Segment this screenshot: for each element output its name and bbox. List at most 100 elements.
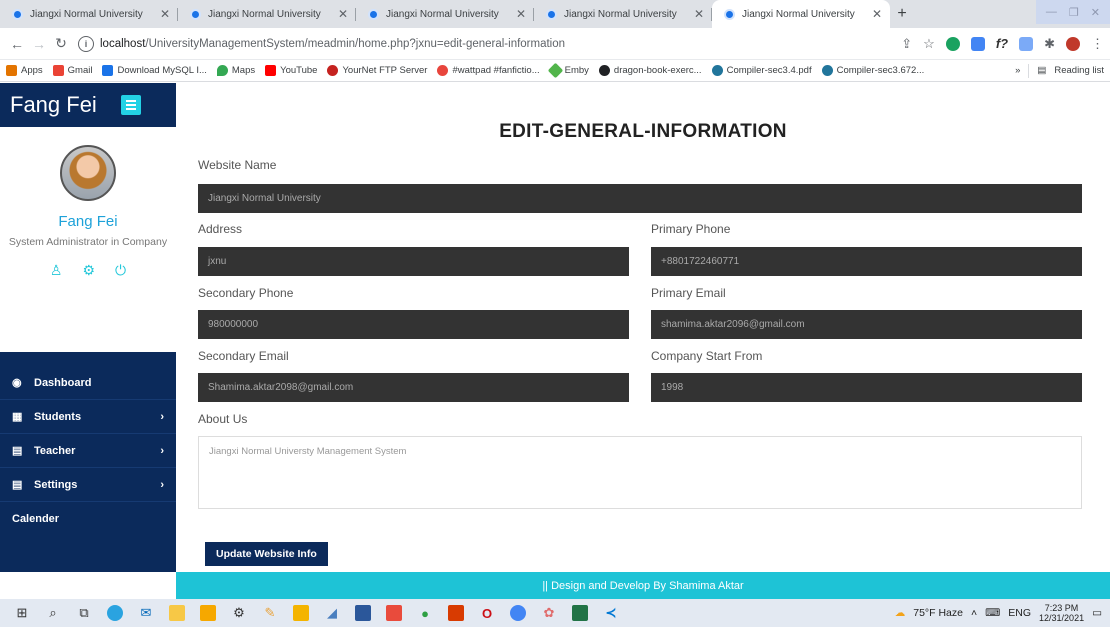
folder-icon[interactable] (169, 605, 185, 621)
minimize-icon[interactable]: — (1046, 6, 1057, 18)
close-icon[interactable]: ✕ (872, 7, 882, 21)
bookmark-maps[interactable]: Maps (216, 65, 255, 76)
browser-tab-active[interactable]: Jiangxi Normal University ✕ (712, 0, 890, 28)
power-icon[interactable]: ⏻ (115, 262, 126, 279)
clock[interactable]: 7:23 PM 12/31/2021 (1039, 603, 1084, 623)
profile-actions: ♙ ⚙ ⏻ (0, 262, 176, 279)
company-start-input[interactable]: 1998 (651, 373, 1082, 402)
chrome-icon[interactable] (510, 605, 526, 621)
search-icon[interactable]: ⌕ (45, 605, 61, 621)
page-title: EDIT-GENERAL-INFORMATION (499, 121, 787, 142)
share-icon[interactable]: ⇪ (901, 36, 912, 52)
close-window-icon[interactable]: ✕ (1091, 6, 1100, 19)
reading-list-label[interactable]: Reading list (1054, 65, 1104, 76)
bookmark-gmail[interactable]: Gmail (52, 65, 92, 76)
reading-list-icon[interactable]: ▤ (1037, 65, 1046, 76)
settings-gear-icon[interactable]: ⚙ (231, 605, 247, 621)
close-icon[interactable]: ✕ (338, 7, 348, 21)
bookmark-label: #wattpad #fanfictio... (452, 65, 540, 76)
sublime-icon[interactable] (200, 605, 216, 621)
formula-extension-icon[interactable]: f? (996, 36, 1008, 51)
gear-icon[interactable]: ⚙ (82, 262, 95, 279)
mail-icon[interactable]: ✉ (138, 605, 154, 621)
address-label: Address (198, 222, 243, 236)
word-icon[interactable] (355, 605, 371, 621)
browser-tab[interactable]: Jiangxi Normal University ✕ (534, 0, 712, 28)
windows-start-icon[interactable]: ⊞ (14, 605, 30, 621)
close-icon[interactable]: ✕ (160, 7, 170, 21)
language-indicator[interactable]: ENG (1008, 607, 1031, 619)
vscode-icon[interactable]: ≺ (603, 605, 619, 621)
app-icon[interactable]: ✿ (541, 605, 557, 621)
extension-icon[interactable] (970, 36, 985, 51)
app-icon[interactable]: ◢ (324, 605, 340, 621)
primary-phone-input[interactable]: +8801722460771 (651, 247, 1082, 276)
more-bookmarks-button[interactable]: » (1015, 65, 1020, 76)
url-input[interactable]: i localhost/UniversityManagementSystem/m… (78, 32, 878, 56)
primary-email-input[interactable]: shamima.aktar2096@gmail.com (651, 310, 1082, 339)
star-icon[interactable]: ☆ (923, 36, 935, 52)
browser-tab[interactable]: Jiangxi Normal University ✕ (178, 0, 356, 28)
weather-text[interactable]: 75°F Haze (913, 607, 963, 619)
browser-tab[interactable]: Jiangxi Normal University ✕ (356, 0, 534, 28)
excel-icon[interactable] (572, 605, 588, 621)
bookmark-github[interactable]: dragon-book-exerc... (598, 65, 702, 76)
emby-icon (547, 62, 563, 79)
close-icon[interactable]: ✕ (516, 7, 526, 21)
reload-icon[interactable]: ↻ (50, 35, 72, 52)
pen-icon[interactable]: ✎ (262, 605, 278, 621)
bookmark-emby[interactable]: Emby (547, 62, 589, 79)
bookmark-ftp[interactable]: YourNet FTP Server (327, 65, 427, 76)
forward-icon[interactable]: → (28, 36, 50, 52)
tab-title: Jiangxi Normal University (742, 8, 855, 20)
back-icon[interactable]: ← (6, 36, 28, 52)
profile-card: Fang Fei System Administrator in Company… (0, 127, 176, 352)
notification-icon[interactable]: ▭ (1092, 607, 1102, 619)
extension-icon[interactable] (945, 36, 960, 51)
bookmark-wattpad[interactable]: #wattpad #fanfictio... (437, 65, 540, 76)
secondary-phone-input[interactable]: 980000000 (198, 310, 629, 339)
more-menu-icon[interactable]: ⋮ (1091, 36, 1104, 52)
new-tab-button[interactable]: + (890, 0, 914, 28)
task-view-icon[interactable]: ⧉ (76, 605, 92, 621)
sidebar-nav: ◉ Dashboard ▦ Students › ▤ Teacher › ▤ S… (0, 366, 176, 536)
sidebar-item-calender[interactable]: Calender (0, 502, 176, 536)
update-website-info-button[interactable]: Update Website Info (205, 542, 328, 566)
opera-icon[interactable]: O (479, 605, 495, 621)
info-icon[interactable]: i (78, 35, 94, 52)
secondary-email-input[interactable]: Shamima.aktar2098@gmail.com (198, 373, 629, 402)
ftp-icon (327, 65, 339, 76)
secondary-email-label: Secondary Email (198, 349, 289, 363)
hamburger-menu-icon[interactable] (120, 95, 141, 115)
profile-name: Fang Fei (58, 213, 118, 230)
browser-tab[interactable]: Jiangxi Normal University ✕ (0, 0, 178, 28)
close-icon[interactable]: ✕ (694, 7, 704, 21)
bookmark-mysql[interactable]: Download MySQL I... (102, 65, 207, 76)
puzzle-icon[interactable]: ✱ (1044, 36, 1055, 52)
about-us-textarea[interactable]: Jiangxi Normal Universty Management Syst… (198, 436, 1082, 509)
bookmark-compiler-2[interactable]: Compiler-sec3.672... (821, 65, 924, 76)
youtube-icon (265, 65, 277, 76)
sidebar-item-teacher[interactable]: ▤ Teacher › (0, 434, 176, 468)
user-icon[interactable]: ♙ (50, 262, 63, 279)
sidebar-item-settings[interactable]: ▤ Settings › (0, 468, 176, 502)
bookmark-label: Download MySQL I... (117, 65, 207, 76)
bookmark-youtube[interactable]: YouTube (265, 65, 317, 76)
xampp-icon[interactable] (293, 605, 309, 621)
profile-avatar-icon[interactable] (1066, 36, 1080, 51)
extension-icon[interactable] (1019, 36, 1034, 51)
chevron-up-icon[interactable]: ˄ (971, 607, 977, 619)
edge-icon[interactable] (107, 605, 123, 621)
sidebar-item-dashboard[interactable]: ◉ Dashboard (0, 366, 176, 400)
keyboard-icon[interactable]: ⌨ (985, 607, 1000, 619)
maximize-icon[interactable]: ❐ (1069, 6, 1079, 19)
app-icon[interactable]: ● (417, 605, 433, 621)
sidebar-item-students[interactable]: ▦ Students › (0, 400, 176, 434)
address-input[interactable]: jxnu (198, 247, 629, 276)
website-name-input[interactable]: Jiangxi Normal University (198, 184, 1082, 213)
app-icon[interactable] (386, 605, 402, 621)
bookmark-compiler-1[interactable]: Compiler-sec3.4.pdf (711, 65, 812, 76)
office-icon[interactable] (448, 605, 464, 621)
bookmark-apps[interactable]: Apps (6, 65, 43, 76)
url-host: localhost (100, 37, 146, 50)
